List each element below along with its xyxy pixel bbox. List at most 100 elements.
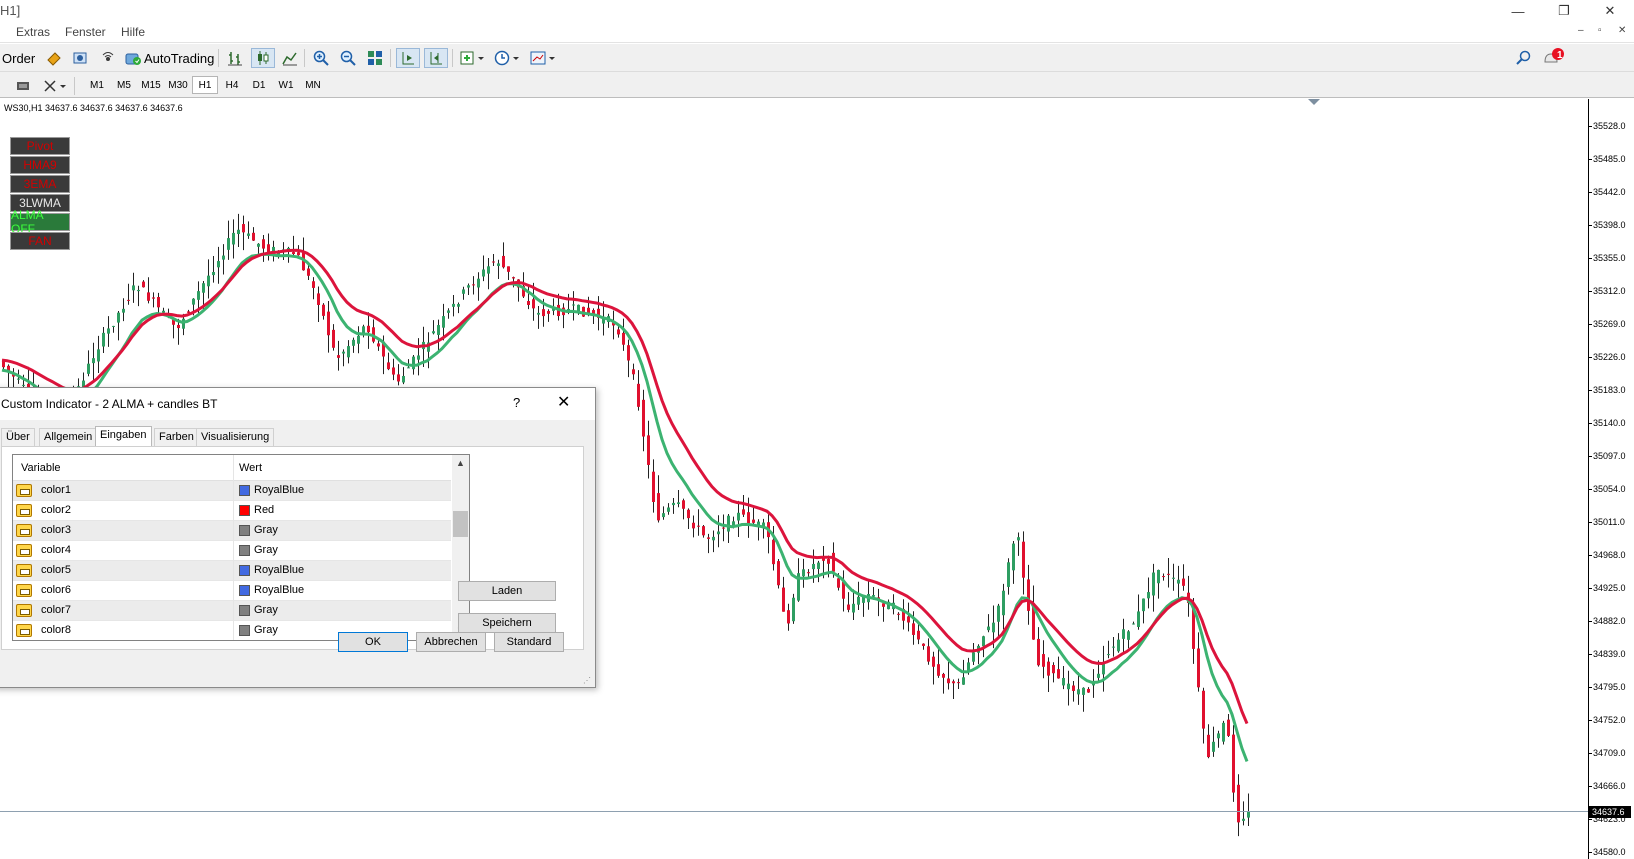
menu-bar: Extras Fenster Hilfe — [0, 22, 1634, 43]
candlestick-chart-icon[interactable] — [251, 48, 275, 68]
column-divider — [233, 455, 234, 481]
candle-body — [717, 531, 720, 535]
autotrading-button[interactable]: AutoTrading — [124, 48, 216, 68]
timeframe-h4[interactable]: H4 — [219, 76, 245, 94]
search-icon[interactable] — [1514, 48, 1534, 68]
timeframe-m30[interactable]: M30 — [165, 76, 191, 94]
tab-eingaben[interactable]: Eingaben — [95, 426, 152, 447]
tile-windows-icon[interactable] — [364, 48, 386, 68]
default-button[interactable]: Standard — [494, 632, 564, 652]
templates-icon[interactable] — [528, 48, 560, 68]
variable-value[interactable]: Gray — [254, 524, 278, 536]
candle-body — [227, 238, 230, 250]
indicator-button-pivot[interactable]: Pivot — [10, 137, 70, 155]
inputs-table[interactable]: Variable Wert color1 RoyalBlue color2 Red co… — [12, 454, 470, 641]
variable-value[interactable]: Gray — [254, 624, 278, 636]
tab-allgemein[interactable]: Allgemein — [39, 428, 98, 446]
table-row[interactable]: color2 Red — [13, 501, 451, 521]
resize-grip-icon[interactable]: ⋰ — [583, 676, 591, 685]
navigator-icon[interactable] — [70, 48, 90, 68]
column-variable[interactable]: Variable — [21, 462, 61, 474]
dialog-close-button[interactable]: ✕ — [557, 392, 570, 412]
timeframe-mn[interactable]: MN — [300, 76, 326, 94]
restore-button[interactable]: ❐ — [1541, 0, 1587, 22]
timeframe-m1[interactable]: M1 — [84, 76, 110, 94]
candle-body — [1152, 572, 1155, 596]
tab-farben[interactable]: Farben — [154, 428, 199, 446]
scroll-thumb[interactable] — [453, 511, 468, 537]
indicator-button-alma-off[interactable]: ALMA OFF — [10, 208, 70, 236]
timeframe-h1[interactable]: H1 — [192, 76, 218, 94]
line-chart-icon[interactable] — [279, 48, 301, 68]
candle-body — [162, 310, 165, 313]
mdi-minimize-button[interactable]: – — [1578, 25, 1584, 36]
candle-body — [937, 664, 940, 676]
ok-button[interactable]: OK — [338, 632, 408, 652]
candle-body — [912, 623, 915, 635]
price-label: 35269.0 — [1593, 319, 1626, 329]
timeframe-d1[interactable]: D1 — [246, 76, 272, 94]
candle-body — [992, 622, 995, 633]
autoscroll-icon[interactable] — [396, 48, 420, 68]
variable-value[interactable]: RoyalBlue — [254, 564, 304, 576]
variable-value[interactable]: Red — [254, 504, 274, 516]
menu-hilfe[interactable]: Hilfe — [121, 25, 145, 39]
menu-fenster[interactable]: Fenster — [65, 25, 106, 39]
table-row[interactable]: color7 Gray — [13, 601, 451, 621]
variable-value[interactable]: Gray — [254, 604, 278, 616]
indicator-button-hma9[interactable]: HMA9 — [10, 156, 70, 174]
mdi-restore-button[interactable]: ▫ — [1598, 25, 1602, 36]
variable-value[interactable]: Gray — [254, 544, 278, 556]
color-swatch — [239, 485, 250, 496]
candle-body — [682, 500, 685, 509]
table-row[interactable]: color5 RoyalBlue — [13, 561, 451, 581]
candle-body — [1132, 623, 1135, 625]
candle-body — [122, 308, 125, 313]
table-row[interactable]: color3 Gray — [13, 521, 451, 541]
chart-shift-marker-icon[interactable] — [1308, 99, 1320, 107]
variable-name: color8 — [41, 624, 71, 636]
zoom-out-icon[interactable] — [337, 48, 359, 68]
minimize-button[interactable]: — — [1495, 0, 1541, 22]
metaeditor-icon[interactable] — [44, 48, 64, 68]
toolbar-separator — [74, 77, 75, 95]
candle-body — [487, 266, 490, 274]
drawing-tools-icon[interactable] — [40, 76, 70, 96]
zoom-in-icon[interactable] — [310, 48, 332, 68]
mdi-close-button[interactable]: ✕ — [1618, 25, 1626, 36]
table-row[interactable]: color4 Gray — [13, 541, 451, 561]
close-button[interactable]: ✕ — [1587, 0, 1633, 22]
new-order-button[interactable]: Order — [2, 48, 35, 68]
notifications-icon[interactable]: 1 — [1542, 48, 1566, 68]
candle-body — [222, 255, 225, 260]
variable-value[interactable]: RoyalBlue — [254, 484, 304, 496]
tab-ueber[interactable]: Über — [1, 428, 35, 446]
menu-extras[interactable]: Extras — [16, 25, 50, 39]
tab-visualisierung[interactable]: Visualisierung — [196, 428, 275, 446]
timeframe-m15[interactable]: M15 — [138, 76, 164, 94]
variable-value[interactable]: RoyalBlue — [254, 584, 304, 596]
load-button[interactable]: Laden — [458, 581, 556, 601]
help-button[interactable]: ? — [513, 395, 520, 410]
periods-clock-icon[interactable] — [492, 48, 524, 68]
cancel-button[interactable]: Abbrechen — [416, 632, 486, 652]
chart-shift-icon[interactable] — [424, 48, 448, 68]
table-row[interactable]: color1 RoyalBlue — [13, 481, 451, 501]
signal-icon[interactable] — [98, 48, 118, 68]
candle-body — [242, 224, 245, 233]
save-button[interactable]: Speichern — [458, 613, 556, 633]
table-row[interactable]: color6 RoyalBlue — [13, 581, 451, 601]
column-value[interactable]: Wert — [239, 462, 262, 474]
indicator-button-3ema[interactable]: 3EMA — [10, 175, 70, 193]
candle-body — [637, 383, 640, 407]
indicators-list-icon[interactable] — [458, 48, 488, 68]
candle-body — [1237, 784, 1240, 823]
bar-chart-icon[interactable] — [224, 48, 246, 68]
timeframe-m5[interactable]: M5 — [111, 76, 137, 94]
scroll-up-icon[interactable]: ▲ — [456, 458, 465, 468]
candle-body — [112, 325, 115, 327]
candle-body — [497, 263, 500, 266]
period-icon[interactable] — [12, 76, 34, 96]
timeframe-w1[interactable]: W1 — [273, 76, 299, 94]
indicator-button-fan[interactable]: FAN — [10, 232, 70, 250]
